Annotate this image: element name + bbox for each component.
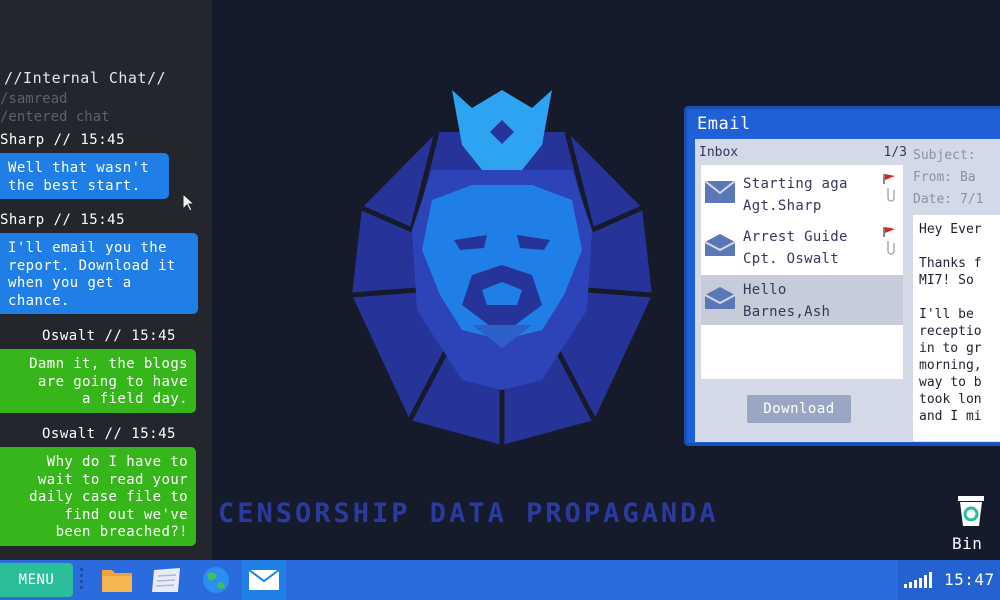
inbox-item-selected[interactable]: Hello Barnes,Ash <box>701 275 903 325</box>
slogan-text: CENSORSHIP DATA PROPAGANDA <box>218 498 719 529</box>
chat-message: Why do I have to wait to read your daily … <box>0 447 196 546</box>
flag-attachment-icon <box>883 227 895 255</box>
envelope-closed-icon <box>705 181 735 203</box>
mouse-cursor-icon <box>182 193 196 212</box>
internal-chat-panel: //Internal Chat// /samread /entered chat… <box>0 0 212 560</box>
inbox-list: Starting aga Agt.Sharp Arrest Guide Cpt.… <box>701 165 903 379</box>
inbox-item-sender: Agt.Sharp <box>743 198 822 214</box>
chat-system-line: /samread <box>0 91 68 107</box>
inbox-item-sender: Cpt. Oswalt <box>743 251 840 267</box>
chat-sender: Sharp // 15:45 <box>0 132 126 148</box>
clock: 15:47 <box>944 570 995 589</box>
chat-message: Damn it, the blogs are going to have a fi… <box>0 349 196 413</box>
chat-sender: Oswalt // 15:45 <box>42 426 176 442</box>
flag-attachment-icon <box>883 174 895 202</box>
recycle-bin-label: Bin <box>952 534 983 553</box>
recycle-bin[interactable]: Bin <box>946 494 1000 554</box>
chat-header: //Internal Chat// <box>4 69 167 87</box>
inbox-item-sender: Barnes,Ash <box>743 304 831 320</box>
mail-app-active[interactable] <box>242 560 286 600</box>
chat-sender: Oswalt // 15:45 <box>42 328 176 344</box>
inbox-item[interactable]: Arrest Guide Cpt. Oswalt <box>701 222 903 272</box>
lion-logo <box>351 90 653 445</box>
menu-button-label: MENU <box>18 572 55 588</box>
envelope-open-icon <box>705 234 735 256</box>
envelope-open-icon <box>705 287 735 309</box>
download-button[interactable]: Download <box>747 395 851 423</box>
message-meta: Subject: From: Ba Date: 7/1 <box>913 145 1000 211</box>
inbox-item-subject: Starting aga <box>743 176 848 192</box>
folder-icon[interactable] <box>100 564 134 596</box>
inbox-item[interactable]: Starting aga Agt.Sharp <box>701 169 903 219</box>
message-date: Date: 7/1 <box>913 192 984 207</box>
email-content: Inbox 1/3 Starting aga Agt.Sharp Arrest … <box>695 139 1000 442</box>
email-window[interactable]: Email Inbox 1/3 Starting aga Agt.Sharp A… <box>684 106 1000 446</box>
email-window-title: Email <box>697 114 751 134</box>
inbox-label: Inbox <box>699 145 739 160</box>
system-tray: 15:47 <box>898 560 1000 600</box>
chat-message: I'll email you the report. Download it wh… <box>0 233 198 314</box>
inbox-header: Inbox 1/3 <box>699 145 907 160</box>
signal-icon <box>904 572 932 588</box>
message-body[interactable]: Hey Ever Thanks f MI7! So I'll be recept… <box>913 215 1000 441</box>
inbox-item-subject: Arrest Guide <box>743 229 848 245</box>
menu-button[interactable]: MENU <box>0 563 73 597</box>
recycle-bin-icon <box>958 496 984 526</box>
inbox-item-subject: Hello <box>743 282 787 298</box>
chat-message: Well that wasn't the best start. <box>0 153 169 199</box>
notes-icon[interactable] <box>150 564 184 596</box>
mail-icon <box>248 569 280 590</box>
globe-icon[interactable] <box>199 564 233 596</box>
message-from: From: Ba <box>913 170 976 185</box>
taskbar-divider <box>80 568 83 589</box>
message-subject: Subject: <box>913 148 976 163</box>
inbox-count: 1/3 <box>883 145 907 160</box>
chat-sender: Sharp // 15:45 <box>0 212 126 228</box>
taskbar: MENU 15:47 <box>0 560 1000 600</box>
chat-system-line: /entered chat <box>0 109 110 125</box>
